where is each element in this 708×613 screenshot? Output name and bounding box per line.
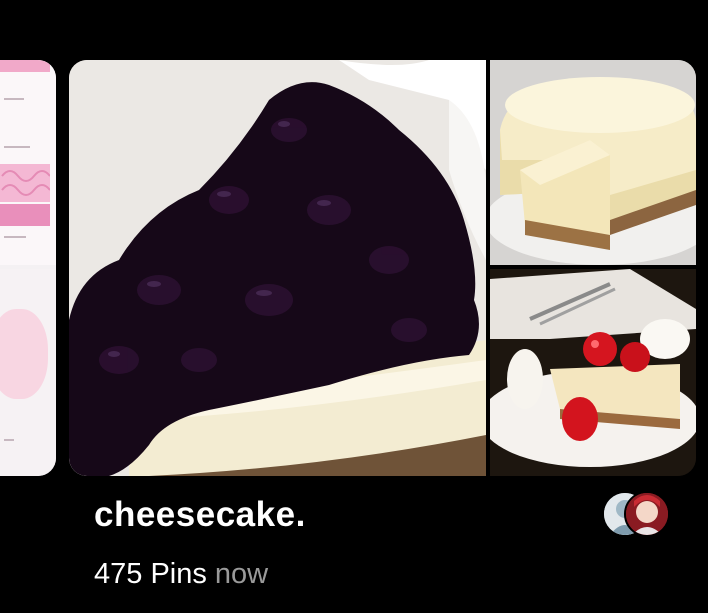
side-pin-bottom-image[interactable] bbox=[490, 269, 696, 476]
previous-board-pin-bottom bbox=[0, 269, 56, 476]
side-pin-top-image[interactable] bbox=[490, 60, 696, 265]
updated-time: now bbox=[214, 558, 269, 590]
board-title[interactable]: cheesecake. bbox=[94, 495, 306, 535]
previous-board-cover[interactable] bbox=[0, 60, 56, 476]
main-pin-image[interactable] bbox=[69, 60, 486, 476]
avatar bbox=[624, 491, 670, 537]
board-cover[interactable] bbox=[69, 60, 696, 476]
pin-count: 475 Pins bbox=[94, 558, 207, 590]
collaborator-avatars[interactable] bbox=[602, 491, 672, 537]
previous-board-pin-top bbox=[0, 60, 56, 265]
board-meta: 475 Pins now bbox=[94, 558, 268, 591]
